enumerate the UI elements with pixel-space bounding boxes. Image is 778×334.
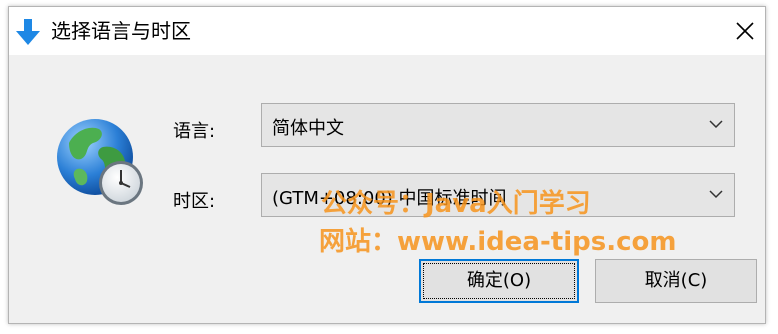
watermark-line-2: 网站：www.idea-tips.com bbox=[319, 227, 677, 257]
globe-clock-icon bbox=[57, 119, 143, 205]
language-select[interactable]: 简体中文 bbox=[261, 103, 735, 147]
language-label: 语言: bbox=[173, 121, 216, 142]
dialog-title: 选择语言与时区 bbox=[51, 19, 191, 43]
cancel-button-label: 取消(C) bbox=[644, 270, 708, 291]
chevron-down-icon bbox=[709, 190, 723, 199]
download-arrow-icon bbox=[16, 19, 40, 45]
ok-button[interactable]: 确定(O) bbox=[419, 259, 579, 303]
watermark-line-1: 公众号：Java入门学习 bbox=[321, 189, 591, 219]
focus-rectangle bbox=[423, 263, 575, 299]
timezone-label: 时区: bbox=[173, 191, 216, 212]
language-value: 简体中文 bbox=[272, 118, 344, 139]
close-icon[interactable] bbox=[727, 13, 763, 49]
cancel-button[interactable]: 取消(C) bbox=[595, 259, 757, 303]
title-bar: 选择语言与时区 bbox=[9, 7, 765, 55]
language-timezone-dialog: 选择语言与时区 语言: 简体中文 时区: (GTM+08:00) 中国标准时间 … bbox=[8, 6, 766, 324]
chevron-down-icon bbox=[709, 120, 723, 129]
